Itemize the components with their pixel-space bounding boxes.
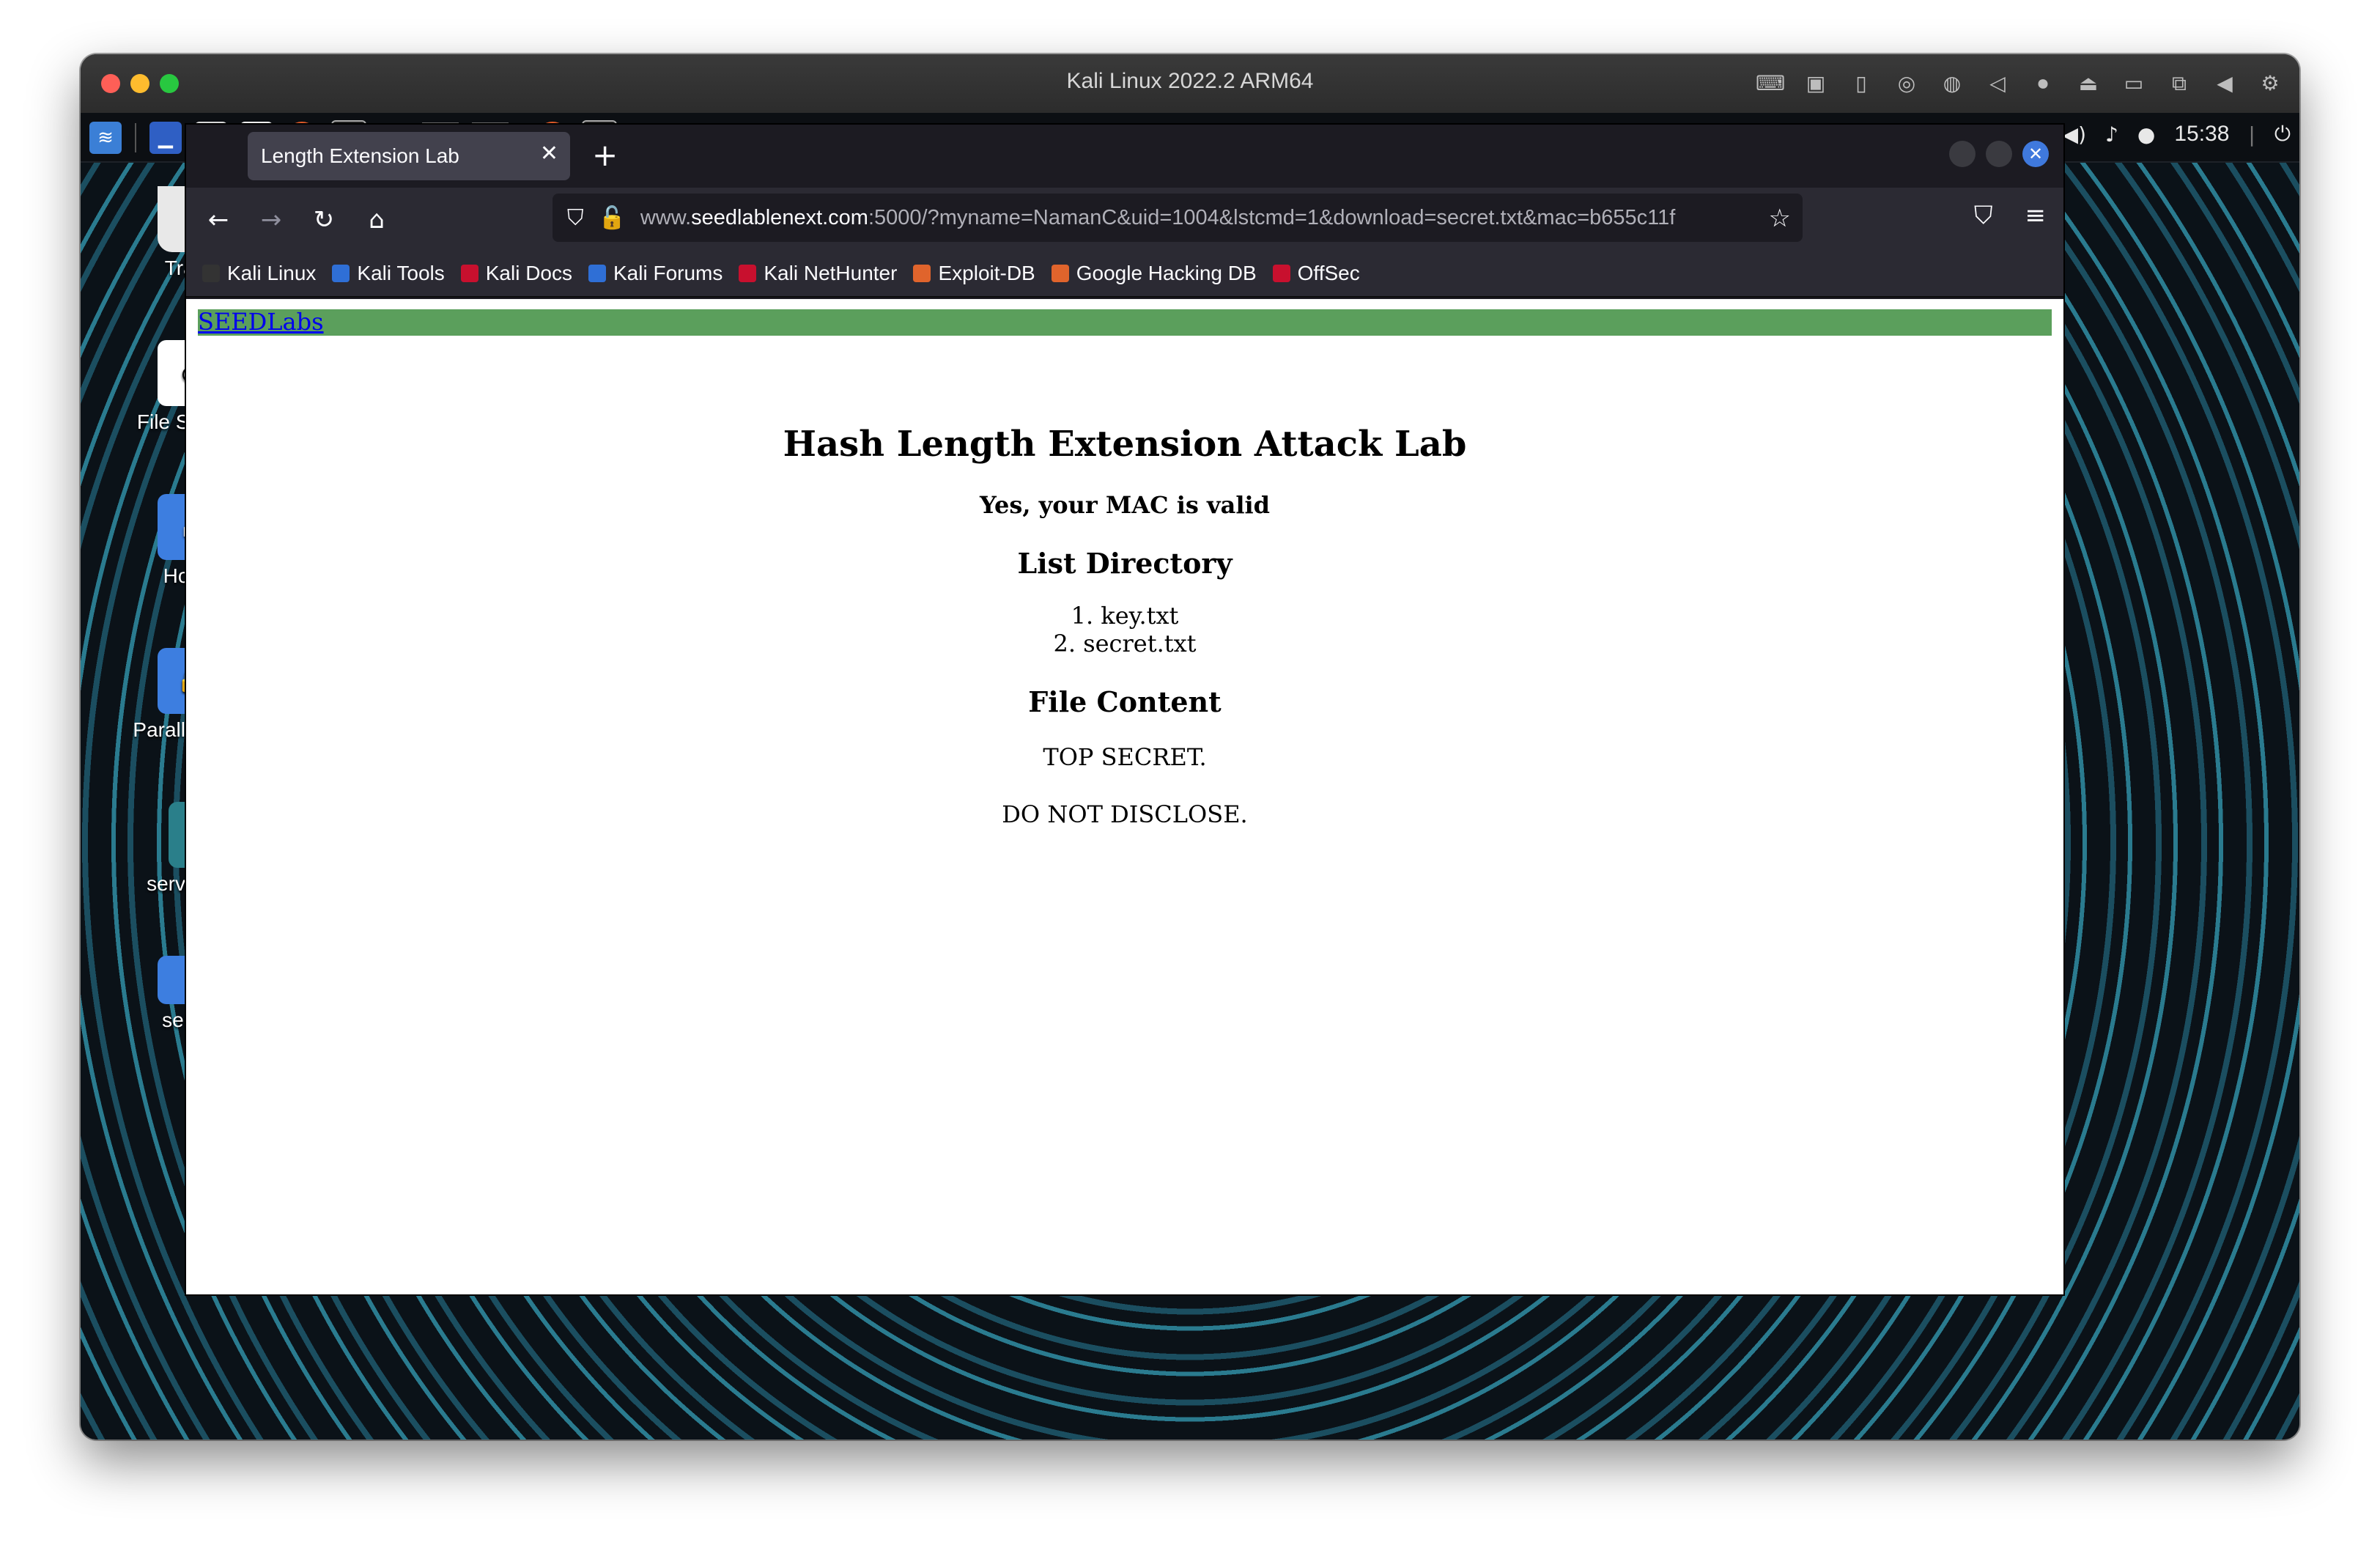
kali-docs-icon	[460, 265, 478, 282]
forward-button[interactable]: →	[254, 202, 289, 237]
seedlabs-link[interactable]: SEEDLabs	[198, 308, 324, 336]
bookmark-label: Kali NetHunter	[764, 262, 898, 284]
settings-gear-icon[interactable]: ⚙	[2255, 69, 2285, 98]
bookmark-label: Kali Forums	[613, 262, 723, 284]
bookmark-exploit-db[interactable]: Exploit-DB	[913, 262, 1035, 285]
url-text[interactable]: www.seedlablenext.com:5000/?myname=Naman…	[640, 206, 1754, 230]
tab-title: Length Extension Lab	[261, 144, 459, 167]
tab-length-extension-lab[interactable]: Length Extension Lab ✕	[248, 132, 570, 180]
tracking-shield-icon[interactable]: ⛉	[567, 205, 584, 231]
kali-menu-icon[interactable]: ≋	[89, 122, 122, 154]
page-content: SEEDLabs Hash Length Extension Attack La…	[186, 299, 2063, 1294]
ghdb-icon	[1051, 265, 1069, 282]
clock[interactable]: 15:38	[2174, 122, 2229, 147]
file-list: 1. key.txt 2. secret.txt	[186, 602, 2063, 657]
volume-icon[interactable]: ◀)	[2063, 122, 2086, 147]
bookmark-label: OffSec	[1297, 262, 1360, 284]
firefox-window: Length Extension Lab ✕ + ✕ ← → ↻ ⌂ ⛉ 🔓 w…	[185, 123, 2065, 1296]
bookmark-kali-nethunter[interactable]: Kali NetHunter	[739, 262, 897, 285]
nethunter-icon	[739, 265, 757, 282]
file-list-item: 2. secret.txt	[1053, 630, 1197, 657]
insecure-lock-icon[interactable]: 🔓	[599, 205, 626, 231]
cpu-icon[interactable]: ▣	[1801, 69, 1830, 98]
power-icon[interactable]: ⏻	[2274, 122, 2291, 147]
panel-separator	[135, 123, 136, 152]
home-button[interactable]: ⌂	[359, 202, 394, 237]
bookmark-kali-tools[interactable]: Kali Tools	[332, 262, 445, 285]
kali-dragon-icon	[202, 265, 220, 282]
url-rest: :5000/?myname=NamanC&uid=1004&lstcmd=1&d…	[868, 205, 1676, 229]
seedlabs-banner: SEEDLabs	[198, 308, 2052, 336]
video-camera-icon[interactable]: ▭	[2119, 69, 2148, 98]
list-directory-heading: List Directory	[1017, 547, 1232, 580]
bookmark-label: Google Hacking DB	[1076, 262, 1257, 284]
bookmarks-toolbar: Kali Linux Kali Tools Kali Docs Kali For…	[186, 251, 2063, 298]
page-title: Hash Length Extension Attack Lab	[783, 424, 1467, 465]
bookmark-label: Kali Linux	[227, 262, 317, 284]
url-prefix: www.	[640, 205, 692, 229]
usb-icon[interactable]: ▯	[1847, 69, 1876, 98]
maximize-button[interactable]	[1986, 141, 2012, 167]
bookmark-label: Exploit-DB	[938, 262, 1035, 284]
file-content-line: TOP SECRET.	[1043, 743, 1207, 771]
bookmark-label: Kali Tools	[357, 262, 445, 284]
file-list-item: 1. key.txt	[1071, 602, 1179, 630]
navigation-toolbar: ← → ↻ ⌂ ⛉ 🔓 www.seedlablenext.com:5000/?…	[186, 188, 2063, 251]
keyboard-icon[interactable]: ⌨	[1756, 69, 1785, 98]
update-icon[interactable]: ●	[2137, 122, 2155, 147]
bookmark-google-hacking-db[interactable]: Google Hacking DB	[1051, 262, 1257, 285]
pocket-icon[interactable]: ⛉	[1974, 201, 1993, 230]
bookmark-kali-linux[interactable]: Kali Linux	[202, 262, 316, 285]
file-content-heading: File Content	[1028, 685, 1222, 718]
page-body: Hash Length Extension Attack Lab Yes, yo…	[186, 424, 2063, 828]
drive-icon[interactable]: ⏏	[2074, 69, 2103, 98]
url-host: seedlablenext.com	[691, 205, 868, 229]
toolbar-right: ⛉ ≡	[1974, 201, 2046, 230]
minimize-button[interactable]	[1949, 141, 1976, 167]
url-bar[interactable]: ⛉ 🔓 www.seedlablenext.com:5000/?myname=N…	[552, 194, 1803, 242]
camera-off-icon[interactable]: ◎	[1892, 69, 1921, 98]
microphone-icon[interactable]: ⏺	[2028, 69, 2058, 98]
network-icon[interactable]: ◍	[1937, 69, 1967, 98]
panel-separator: |	[2248, 122, 2255, 147]
show-desktop-icon[interactable]: ▁	[149, 122, 182, 154]
bell-icon[interactable]: ♪	[2105, 122, 2118, 147]
kali-tools-icon	[332, 265, 350, 282]
bookmark-kali-docs[interactable]: Kali Docs	[460, 262, 572, 285]
speaker-icon[interactable]: ◁	[1983, 69, 2012, 98]
reload-button[interactable]: ↻	[306, 202, 341, 237]
screenshot-icon[interactable]: ⧉	[2165, 69, 2194, 98]
exploit-db-icon	[913, 265, 931, 282]
window-controls: ✕	[1949, 141, 2049, 167]
file-content-line: DO NOT DISCLOSE.	[1002, 800, 1248, 828]
close-button[interactable]: ✕	[2022, 141, 2049, 167]
back-arrow-icon[interactable]: ◀	[2210, 69, 2239, 98]
bookmark-star-icon[interactable]: ☆	[1769, 204, 1791, 233]
tab-close-icon[interactable]: ✕	[540, 141, 558, 166]
tab-bar: Length Extension Lab ✕ + ✕	[186, 125, 2063, 188]
mac-status: Yes, your MAC is valid	[979, 491, 1271, 519]
bookmark-offsec[interactable]: OffSec	[1272, 262, 1360, 285]
kali-forums-icon	[588, 265, 606, 282]
menu-icon[interactable]: ≡	[2025, 201, 2047, 230]
bookmark-label: Kali Docs	[485, 262, 572, 284]
new-tab-button[interactable]: +	[592, 138, 618, 173]
back-button[interactable]: ←	[201, 202, 236, 237]
vm-titlebar: Kali Linux 2022.2 ARM64 ⌨ ▣ ▯ ◎ ◍ ◁ ⏺ ⏏ …	[81, 54, 2299, 114]
offsec-icon	[1272, 265, 1290, 282]
bookmark-kali-forums[interactable]: Kali Forums	[588, 262, 722, 285]
vm-toolbar: ⌨ ▣ ▯ ◎ ◍ ◁ ⏺ ⏏ ▭ ⧉ ◀ ⚙	[1756, 69, 2285, 98]
